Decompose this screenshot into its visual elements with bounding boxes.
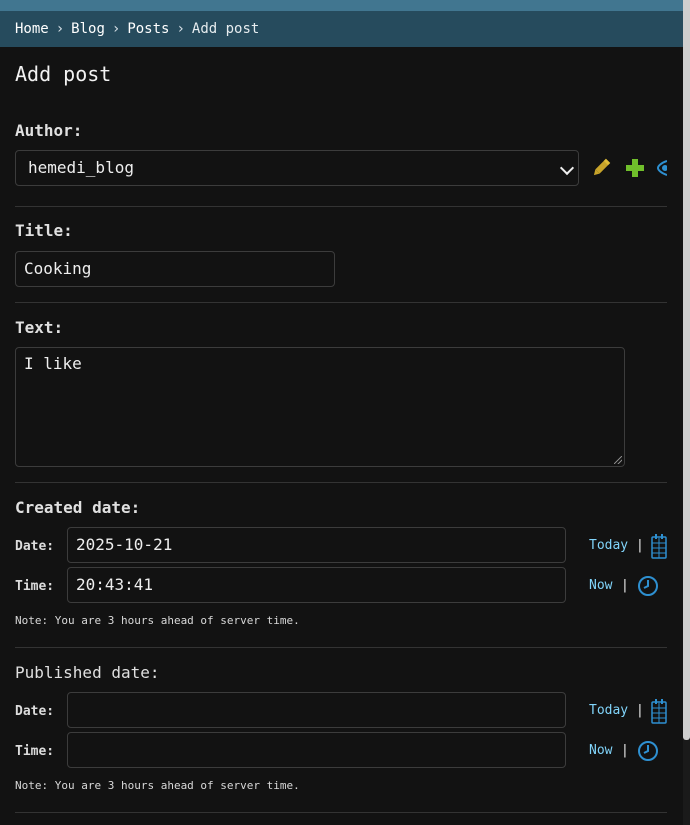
divider xyxy=(15,647,667,648)
created-date-input[interactable]: 2025-10-21 xyxy=(67,527,566,563)
created-now-link[interactable]: Now xyxy=(589,578,612,593)
published-date-sublabel: Date: xyxy=(15,704,55,719)
breadcrumb: Home › Blog › Posts › Add post xyxy=(0,11,683,47)
scrollbar-thumb[interactable] xyxy=(683,0,690,740)
breadcrumb-separator: › xyxy=(176,21,185,37)
calendar-icon[interactable] xyxy=(651,533,667,559)
created-timezone-note: Note: You are 3 hours ahead of server ti… xyxy=(15,614,300,627)
breadcrumb-posts[interactable]: Posts xyxy=(127,21,169,37)
page-title: Add post xyxy=(15,62,112,86)
shortcut-separator: | xyxy=(636,703,644,718)
created-today-link[interactable]: Today xyxy=(589,538,628,553)
top-bar xyxy=(0,0,683,11)
text-textarea-value: I like xyxy=(24,354,82,373)
created-date-label: Created date: xyxy=(15,498,141,517)
calendar-icon[interactable] xyxy=(651,698,667,724)
chevron-down-icon xyxy=(559,160,575,176)
published-date-input[interactable] xyxy=(67,692,566,728)
breadcrumb-separator: › xyxy=(111,21,121,37)
divider xyxy=(15,302,667,303)
created-time-sublabel: Time: xyxy=(15,579,55,594)
divider xyxy=(15,812,667,813)
breadcrumb-separator: › xyxy=(55,21,65,37)
created-time-value: 20:43:41 xyxy=(76,575,154,594)
author-label: Author: xyxy=(15,121,83,140)
divider xyxy=(15,206,667,207)
clock-icon[interactable] xyxy=(637,740,659,762)
breadcrumb-home[interactable]: Home xyxy=(15,21,49,37)
eye-icon[interactable] xyxy=(657,160,667,176)
resize-handle[interactable] xyxy=(614,456,622,464)
title-input-value: Cooking xyxy=(24,259,92,278)
shortcut-separator: | xyxy=(621,743,629,758)
divider xyxy=(15,482,667,483)
breadcrumb-current: Add post xyxy=(191,21,260,37)
published-time-sublabel: Time: xyxy=(15,744,55,759)
pencil-icon[interactable] xyxy=(590,157,612,179)
published-timezone-note: Note: You are 3 hours ahead of server ti… xyxy=(15,779,300,792)
published-now-link[interactable]: Now xyxy=(589,743,612,758)
author-selected-value: hemedi_blog xyxy=(28,158,134,177)
title-input[interactable]: Cooking xyxy=(15,251,335,287)
published-today-link[interactable]: Today xyxy=(589,703,628,718)
text-textarea[interactable]: I like xyxy=(15,347,625,467)
shortcut-separator: | xyxy=(636,538,644,553)
breadcrumb-blog[interactable]: Blog xyxy=(71,21,105,37)
author-select[interactable]: hemedi_blog xyxy=(15,150,579,186)
created-date-value: 2025-10-21 xyxy=(76,535,173,554)
published-date-label: Published date: xyxy=(15,663,160,682)
created-time-input[interactable]: 20:43:41 xyxy=(67,567,566,603)
shortcut-separator: | xyxy=(621,578,629,593)
plus-icon[interactable] xyxy=(625,158,645,178)
title-label: Title: xyxy=(15,221,73,240)
published-time-input[interactable] xyxy=(67,732,566,768)
created-date-sublabel: Date: xyxy=(15,539,55,554)
clock-icon[interactable] xyxy=(637,575,659,597)
text-label: Text: xyxy=(15,318,64,337)
